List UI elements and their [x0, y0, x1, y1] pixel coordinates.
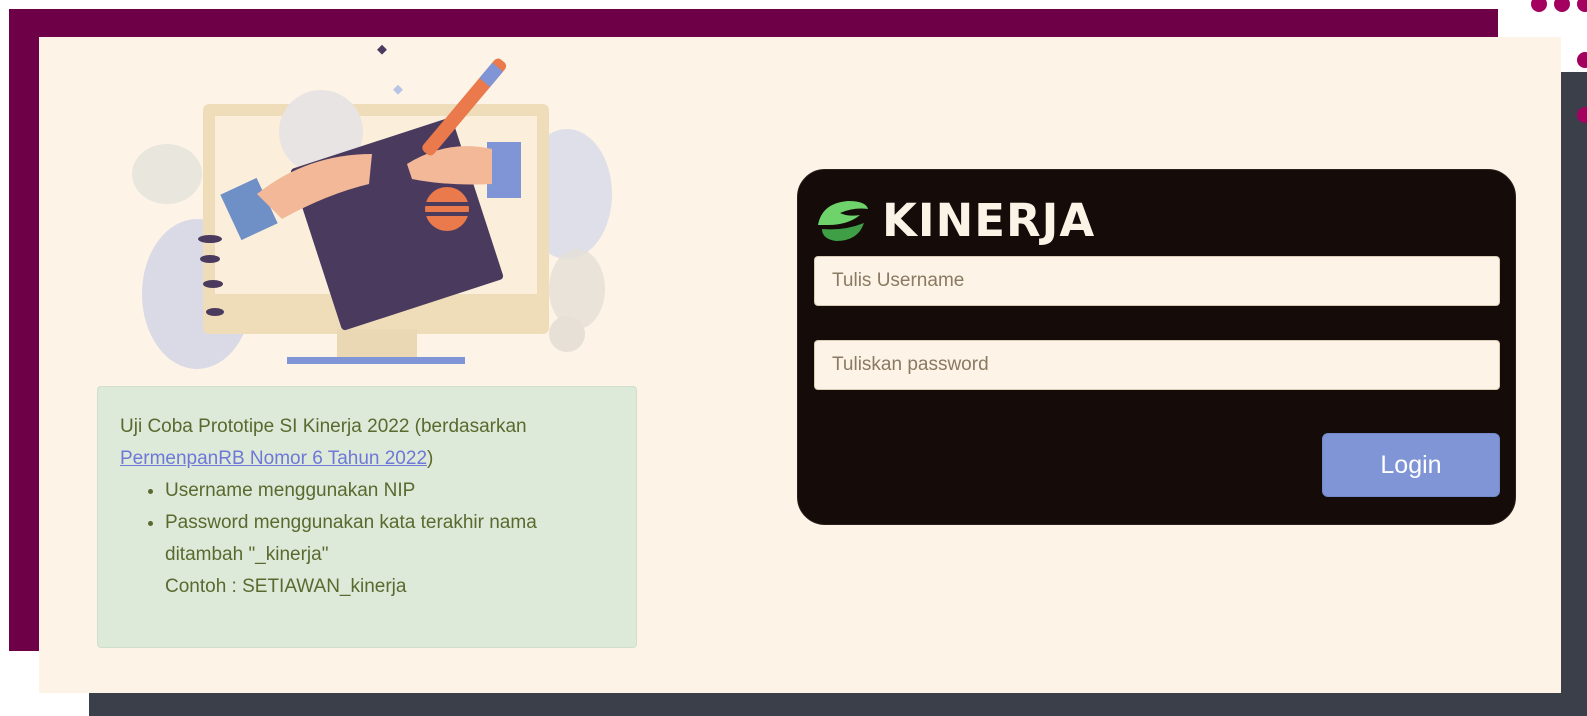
login-button[interactable]: Login: [1322, 433, 1500, 497]
login-illustration: [132, 44, 612, 369]
info-intro-end: ): [427, 448, 434, 469]
app-logo: KINERJA: [814, 192, 1095, 248]
info-intro-text: Uji Coba Prototipe SI Kinerja 2022 (berd…: [120, 416, 527, 437]
password-input[interactable]: [814, 340, 1500, 390]
info-alert: Uji Coba Prototipe SI Kinerja 2022 (berd…: [97, 386, 637, 648]
info-item-username: Username menggunakan NIP: [165, 475, 614, 507]
info-item-password: Password menggunakan kata terakhir nama …: [165, 507, 614, 603]
info-list: Username menggunakan NIP Password menggu…: [120, 475, 614, 603]
username-input[interactable]: [814, 256, 1500, 306]
login-card: KINERJA Login: [797, 169, 1516, 525]
permenpan-link[interactable]: PermenpanRB Nomor 6 Tahun 2022: [120, 448, 427, 469]
app-logo-text: KINERJA: [882, 193, 1096, 247]
info-intro: Uji Coba Prototipe SI Kinerja 2022 (berd…: [120, 411, 614, 475]
info-item-password-text: Password menggunakan kata terakhir nama …: [165, 512, 537, 565]
leaf-e-icon: [818, 201, 868, 241]
info-item-password-example: Contoh : SETIAWAN_kinerja: [165, 576, 407, 597]
